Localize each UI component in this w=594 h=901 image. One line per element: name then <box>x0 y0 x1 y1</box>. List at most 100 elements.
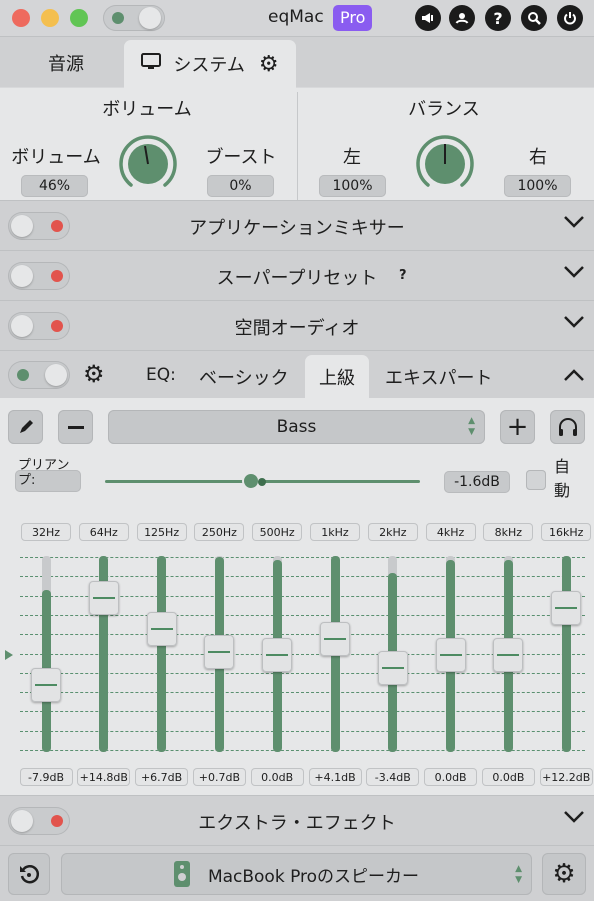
volume-value[interactable]: 46% <box>21 175 88 197</box>
announcement-icon[interactable] <box>415 5 441 31</box>
remove-preset-button[interactable] <box>58 410 93 444</box>
eq-band-gain-value[interactable]: -3.4dB <box>366 768 420 786</box>
eq-band-frequency: 64Hz <box>78 523 129 541</box>
eq-band-slider-handle[interactable] <box>204 635 235 670</box>
app-mixer-title: アプリケーションミキサー <box>189 218 405 239</box>
chevron-down-icon[interactable] <box>563 808 585 829</box>
eq-band-slider-fill <box>157 556 167 752</box>
preamp-label: プリアンプ: <box>15 458 81 492</box>
add-preset-button[interactable]: + <box>500 410 535 444</box>
eq-band-gain-value[interactable]: -7.9dB <box>19 768 73 786</box>
eq-band-handle-line <box>266 654 289 656</box>
tab-source-label: 音源 <box>48 54 84 75</box>
tab-eq-basic[interactable]: ベーシック <box>199 364 289 390</box>
boost-value[interactable]: 0% <box>207 175 274 197</box>
account-icon[interactable] <box>449 5 475 31</box>
close-window-button[interactable] <box>12 9 30 27</box>
eq-band-gain-value[interactable]: +0.7dB <box>192 768 246 786</box>
monitor-icon <box>141 52 162 76</box>
eq-band-frequency: 500Hz <box>252 523 303 541</box>
zero-marker-icon <box>5 650 13 660</box>
eq-band-gain-value[interactable]: +12.2dB <box>539 768 593 786</box>
master-power-toggle[interactable] <box>103 5 165 31</box>
gear-icon[interactable]: ⚙ <box>259 52 279 77</box>
plus-icon: + <box>506 412 529 442</box>
eq-band-slider-handle[interactable] <box>377 651 408 686</box>
tab-system[interactable]: システム ⚙ <box>124 40 296 88</box>
minimize-window-button[interactable] <box>41 9 59 27</box>
tab-eq-advanced[interactable]: 上級 <box>305 355 369 399</box>
chevron-down-icon[interactable] <box>563 313 585 334</box>
balance-knob[interactable] <box>414 133 474 191</box>
eq-band-slider-handle[interactable] <box>31 668 61 703</box>
preamp-value[interactable]: -1.6dB <box>444 471 510 493</box>
preset-select[interactable]: Bass ▲ ▼ <box>108 410 485 444</box>
eq-band-slider-handle[interactable] <box>320 622 350 657</box>
eq-band-slider-handle[interactable] <box>551 591 582 626</box>
auto-checkbox[interactable] <box>526 470 546 490</box>
eq-band-handle-line <box>150 628 173 631</box>
balance-right-label: 右 <box>529 147 547 168</box>
eq-band-handle-line <box>497 654 520 656</box>
reset-icon[interactable] <box>8 853 50 895</box>
edit-pencil-icon[interactable] <box>8 410 43 444</box>
eq-band-frequency: 32Hz <box>21 523 71 541</box>
eq-band-slider-handle[interactable] <box>493 638 524 672</box>
tab-source[interactable]: 音源 <box>18 40 114 86</box>
settings-wrench-icon[interactable] <box>521 5 547 31</box>
balance-right-value[interactable]: 100% <box>504 175 571 197</box>
tab-eq-expert[interactable]: エキスパート <box>385 364 492 390</box>
eq-band-handle-line <box>439 654 462 656</box>
speaker-icon <box>173 861 190 887</box>
pro-badge[interactable]: Pro <box>333 5 373 31</box>
eq-band-slider-handle[interactable] <box>435 638 466 672</box>
balance-left-label: 左 <box>343 147 361 168</box>
chevron-down-icon[interactable] <box>563 263 585 284</box>
extra-effects-title: エクストラ・エフェクト <box>198 813 396 834</box>
super-preset-title: スーパープリセット <box>216 268 378 289</box>
balance-left-value[interactable]: 100% <box>319 175 386 197</box>
select-arrows-icon: ▲ ▼ <box>515 864 522 885</box>
eq-band-gain-value[interactable]: +4.1dB <box>308 768 362 786</box>
title-bar: eqMac Pro ? <box>0 0 594 36</box>
chevron-up-icon[interactable] <box>563 367 585 386</box>
select-arrows-icon: ▲ ▼ <box>468 416 475 437</box>
eq-band-gain-value[interactable]: +14.8dB <box>77 768 131 786</box>
power-icon[interactable] <box>557 5 583 31</box>
preamp-slider-handle[interactable] <box>244 474 258 488</box>
zoom-window-button[interactable] <box>70 9 88 27</box>
app-title: eqMac <box>268 7 324 27</box>
eq-band-slider-handle[interactable] <box>146 612 177 647</box>
super-preset-section: スーパープリセット ? <box>0 250 594 301</box>
eq-band-slider-handle[interactable] <box>262 638 293 672</box>
help-icon[interactable]: ? <box>399 268 407 283</box>
gear-icon[interactable]: ⚙ <box>542 853 586 895</box>
preamp-slider-marker <box>258 478 266 486</box>
minus-icon <box>67 425 84 429</box>
spatial-audio-title: 空間オーディオ <box>234 318 360 339</box>
eq-band-handle-line <box>208 651 231 654</box>
eq-band-gain-value[interactable]: 0.0dB <box>250 768 304 786</box>
eq-band-handle-line <box>324 638 346 641</box>
app-mixer-section: アプリケーションミキサー <box>0 200 594 251</box>
chevron-down-icon[interactable] <box>563 213 585 234</box>
eq-settings-gear-icon[interactable]: ⚙ <box>83 360 105 388</box>
eq-toggle[interactable] <box>8 361 70 389</box>
output-device-name: MacBook Proのスピーカー <box>207 866 420 887</box>
eq-band-frequency: 1kHz <box>310 523 360 541</box>
help-icon[interactable]: ? <box>485 5 511 31</box>
eq-band-slider-handle[interactable] <box>88 581 119 616</box>
eq-band-frequency: 8kHz <box>483 523 534 541</box>
eq-band-gain-value[interactable]: 0.0dB <box>481 768 535 786</box>
preset-select-value: Bass <box>276 417 317 437</box>
output-device-select[interactable]: MacBook Proのスピーカー ▲ ▼ <box>61 853 532 895</box>
eq-band-frequency: 250Hz <box>194 523 245 541</box>
eq-label: EQ: <box>146 365 176 385</box>
volume-knob[interactable] <box>117 133 177 191</box>
eq-band-handle-line <box>35 684 57 687</box>
eq-band-gain-value[interactable]: +6.7dB <box>135 768 189 786</box>
headphones-icon[interactable] <box>550 410 585 444</box>
eq-band-gain-value[interactable]: 0.0dB <box>424 768 478 786</box>
eq-band-handle-line <box>555 607 578 610</box>
eq-band-handle-line <box>92 597 115 600</box>
